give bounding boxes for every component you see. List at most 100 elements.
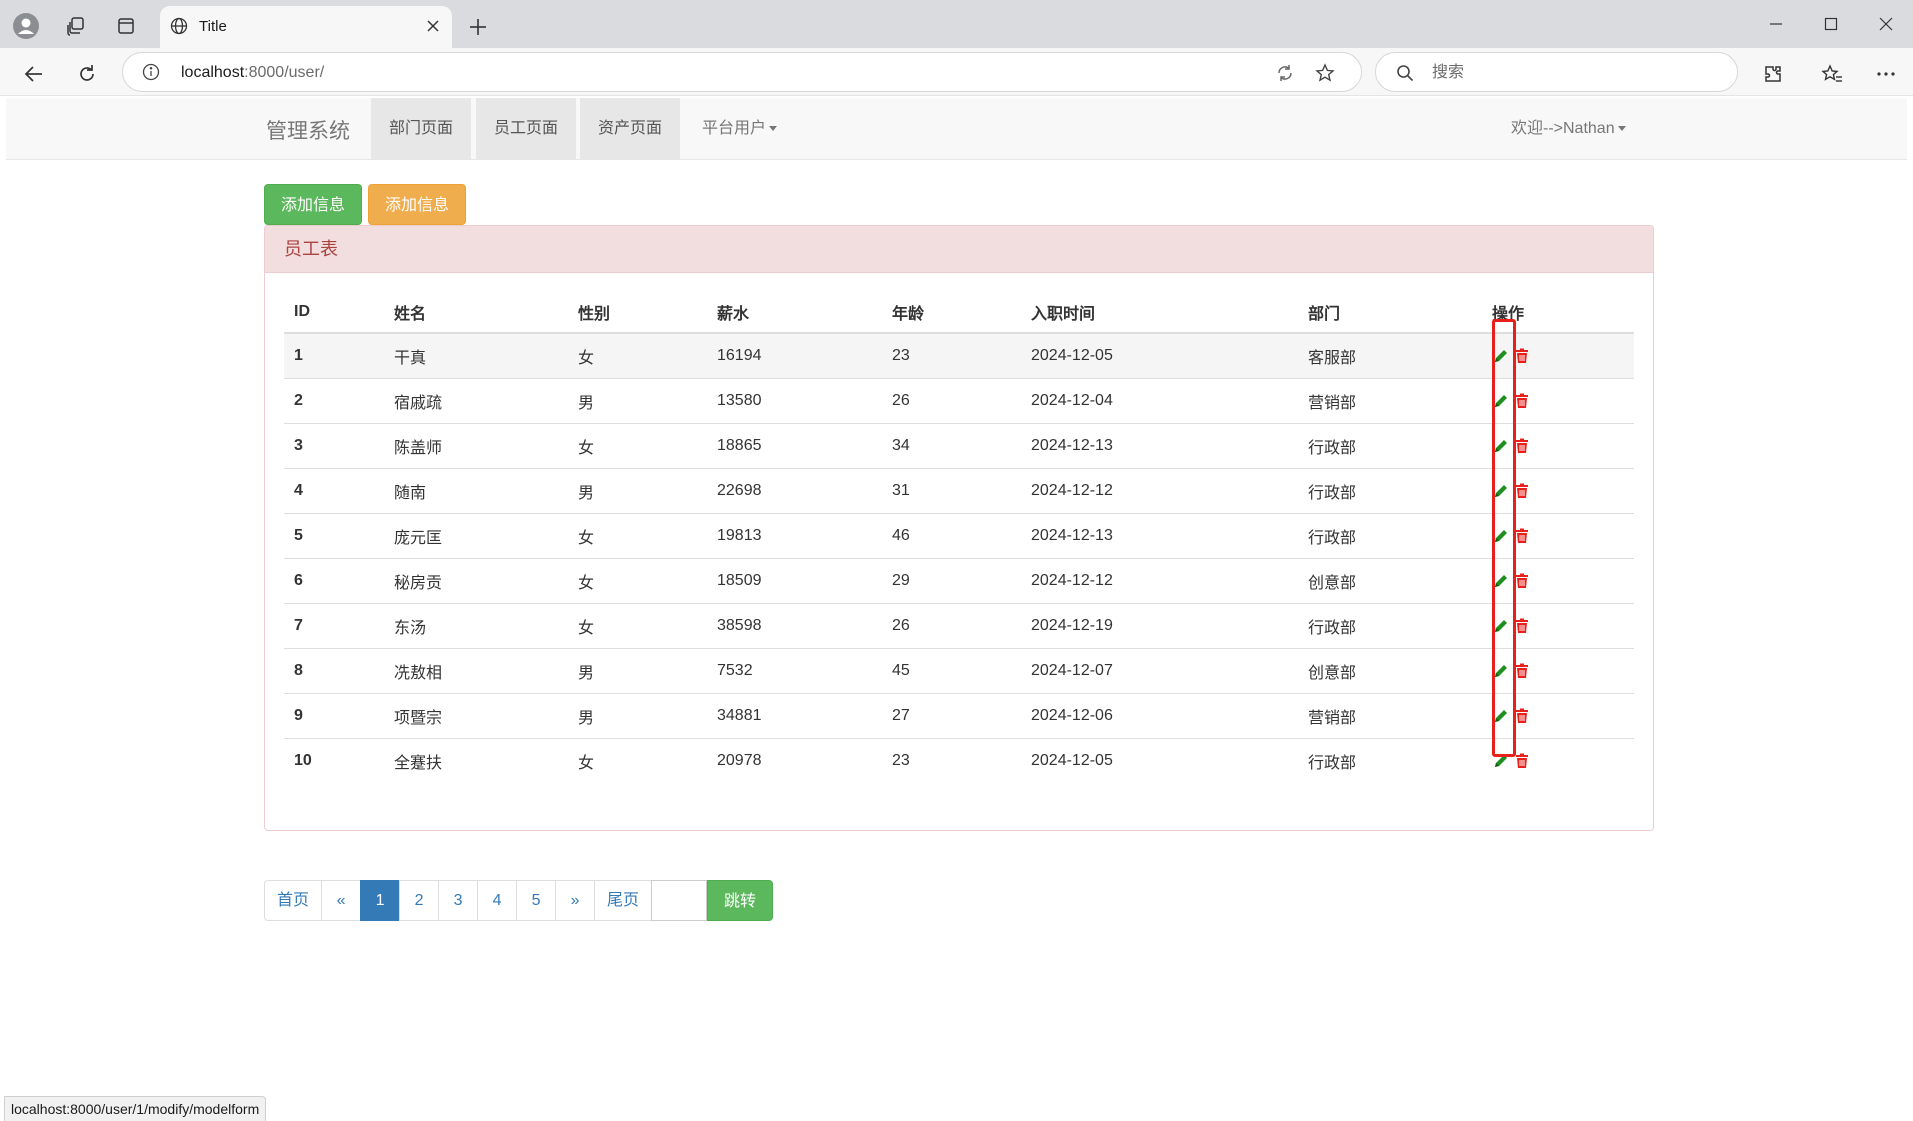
- trash-icon[interactable]: [1513, 392, 1530, 409]
- cell-age: 26: [882, 377, 1021, 423]
- close-window-icon[interactable]: [1866, 8, 1906, 40]
- pencil-icon[interactable]: [1492, 572, 1509, 589]
- cell-age: 46: [882, 512, 1021, 558]
- cell-department: 创意部: [1298, 647, 1482, 693]
- browser-tab-active[interactable]: Title: [160, 6, 452, 48]
- pencil-icon[interactable]: [1492, 347, 1509, 364]
- new-tab-icon[interactable]: [463, 12, 493, 42]
- trash-icon[interactable]: [1513, 617, 1530, 634]
- cell-age: 29: [882, 557, 1021, 603]
- address-bar[interactable]: localhost:8000/user/: [122, 52, 1362, 92]
- info-icon[interactable]: [141, 62, 161, 82]
- back-icon[interactable]: [17, 57, 51, 91]
- pencil-icon[interactable]: [1492, 437, 1509, 454]
- workspaces-icon[interactable]: [62, 12, 90, 40]
- cell-department: 行政部: [1298, 422, 1482, 468]
- panel-title: 员工表: [265, 226, 1653, 273]
- jump-button[interactable]: 跳转: [707, 880, 774, 921]
- pencil-icon[interactable]: [1492, 482, 1509, 499]
- nav-item-departments[interactable]: 部门页面: [371, 98, 472, 160]
- trash-icon[interactable]: [1513, 527, 1530, 544]
- minimize-icon[interactable]: [1756, 8, 1796, 40]
- nav-item-assets[interactable]: 资产页面: [580, 98, 681, 160]
- cell-id: 2: [284, 377, 384, 423]
- search-input[interactable]: [1432, 61, 1722, 85]
- column-header-name: 姓名: [384, 291, 568, 334]
- table-row: 5 庞元匡女 19813 46 2024-12-13 行政部: [284, 512, 1634, 558]
- pencil-icon[interactable]: [1492, 752, 1509, 769]
- cell-actions: [1482, 692, 1634, 738]
- cell-age: 45: [882, 647, 1021, 693]
- pencil-icon[interactable]: [1492, 662, 1509, 679]
- reload-icon[interactable]: [70, 57, 104, 91]
- cell-department: 行政部: [1298, 467, 1482, 513]
- extensions-icon[interactable]: [1756, 57, 1790, 91]
- cell-salary: 18865: [707, 422, 882, 468]
- favorite-star-icon[interactable]: [1313, 61, 1337, 85]
- row-actions: [1492, 527, 1634, 544]
- row-actions: [1492, 617, 1634, 634]
- trash-icon[interactable]: [1513, 572, 1530, 589]
- add-info-button-green[interactable]: 添加信息: [264, 184, 363, 225]
- column-header-id: ID: [284, 291, 384, 334]
- user-menu[interactable]: 欢迎-->Nathan: [1511, 98, 1626, 160]
- pagination-page-4[interactable]: 4: [477, 880, 518, 921]
- cell-gender: 女: [568, 557, 707, 603]
- cell-age: 34: [882, 422, 1021, 468]
- nav-dropdown-label: 平台用户: [702, 120, 767, 137]
- trash-icon[interactable]: [1513, 347, 1530, 364]
- column-header-salary: 薪水: [707, 291, 882, 334]
- vertical-tabs-icon[interactable]: [112, 12, 140, 40]
- profile-icon[interactable]: [12, 12, 40, 40]
- nav-item-employees[interactable]: 员工页面: [476, 98, 577, 160]
- pagination-next[interactable]: »: [555, 880, 596, 921]
- cell-id: 9: [284, 692, 384, 738]
- pagination-page-5[interactable]: 5: [516, 880, 557, 921]
- jump-page-input[interactable]: [651, 880, 708, 921]
- read-aloud-icon[interactable]: [1273, 61, 1297, 85]
- browser-titlebar: Title: [0, 0, 1913, 48]
- cell-hire-date: 2024-12-05: [1021, 737, 1298, 783]
- pencil-icon[interactable]: [1492, 707, 1509, 724]
- trash-icon[interactable]: [1513, 437, 1530, 454]
- cell-salary: 19813: [707, 512, 882, 558]
- trash-icon[interactable]: [1513, 752, 1530, 769]
- cell-department: 行政部: [1298, 737, 1482, 783]
- cell-department: 行政部: [1298, 602, 1482, 648]
- cell-salary: 16194: [707, 332, 882, 378]
- cell-age: 26: [882, 602, 1021, 648]
- pagination-first[interactable]: 首页: [264, 880, 323, 921]
- add-info-button-orange[interactable]: 添加信息: [368, 184, 467, 225]
- pagination-page-2[interactable]: 2: [399, 880, 440, 921]
- cell-actions: [1482, 737, 1634, 783]
- pagination-page-3[interactable]: 3: [438, 880, 479, 921]
- more-options-icon[interactable]: [1869, 57, 1903, 91]
- pencil-icon[interactable]: [1492, 527, 1509, 544]
- cell-id: 7: [284, 602, 384, 648]
- cell-salary: 20978: [707, 737, 882, 783]
- cell-name: 干真: [384, 332, 568, 378]
- pencil-icon[interactable]: [1492, 617, 1509, 634]
- pagination-page-1[interactable]: 1: [360, 880, 401, 921]
- row-actions: [1492, 662, 1634, 679]
- table-row: 6 秘房贡女 18509 29 2024-12-12 创意部: [284, 557, 1634, 603]
- pagination-prev[interactable]: «: [321, 880, 362, 921]
- address-url[interactable]: localhost:8000/user/: [181, 64, 324, 82]
- caret-down-icon: [1617, 126, 1626, 132]
- favorites-icon[interactable]: [1815, 57, 1849, 91]
- page-content: 管理系统 部门页面 员工页面 资产页面 平台用户 欢迎-->Nathan 添加信…: [4, 96, 1909, 1117]
- caret-down-icon: [769, 126, 778, 132]
- cell-gender: 男: [568, 467, 707, 513]
- cell-department: 营销部: [1298, 377, 1482, 423]
- pagination-last[interactable]: 尾页: [594, 880, 653, 921]
- employee-table: ID 姓名 性别 薪水 年龄 入职时间 部门 操作 1 干真女 16194 23 202…: [284, 291, 1634, 783]
- trash-icon[interactable]: [1513, 662, 1530, 679]
- browser-search-box[interactable]: [1375, 52, 1738, 92]
- maximize-icon[interactable]: [1811, 8, 1851, 40]
- nav-dropdown-platform-users[interactable]: 平台用户: [702, 98, 778, 160]
- close-tab-icon[interactable]: [422, 15, 444, 37]
- pencil-icon[interactable]: [1492, 392, 1509, 409]
- trash-icon[interactable]: [1513, 707, 1530, 724]
- trash-icon[interactable]: [1513, 482, 1530, 499]
- brand-logo-text[interactable]: 管理系统: [266, 115, 350, 145]
